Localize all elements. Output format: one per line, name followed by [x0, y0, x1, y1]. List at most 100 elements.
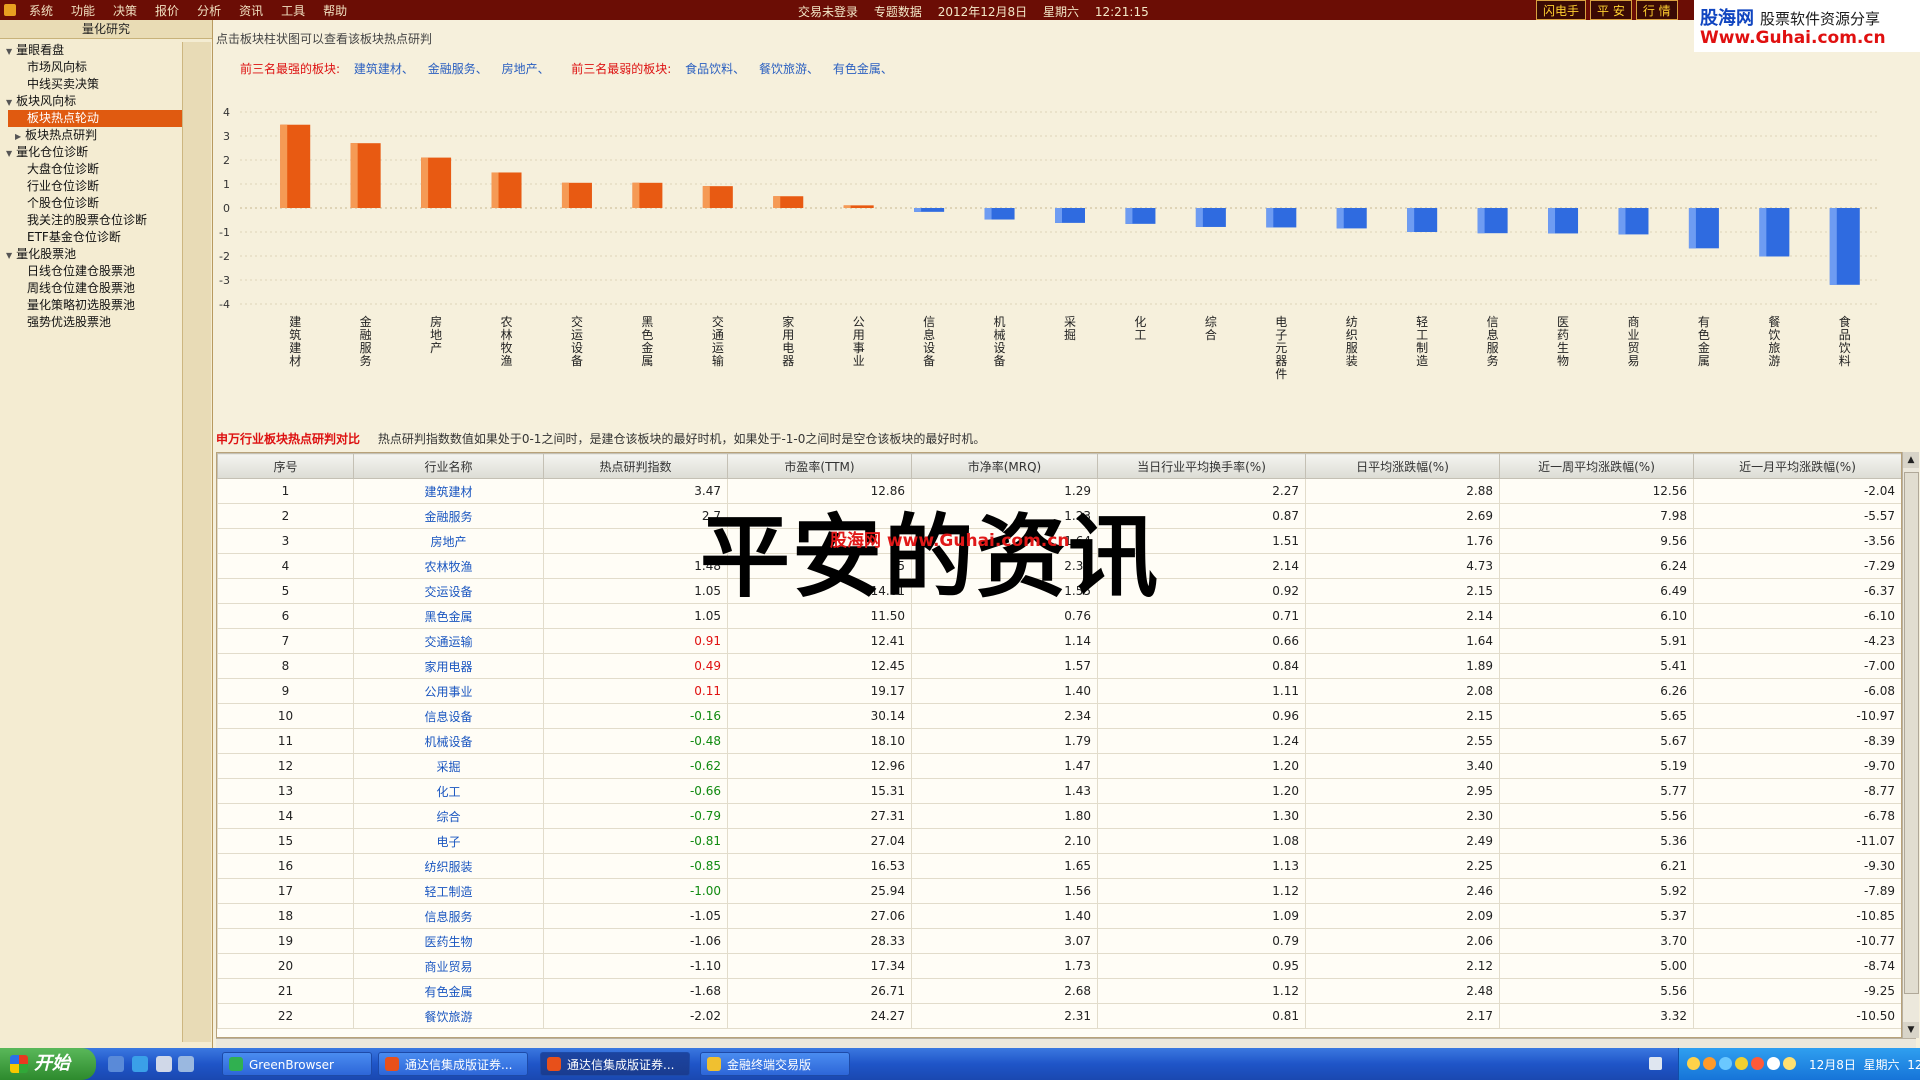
- tray-app-icon[interactable]: [1719, 1057, 1732, 1070]
- menu-info[interactable]: 资讯: [230, 2, 272, 19]
- sector-name-link[interactable]: 建筑建材: [353, 478, 544, 504]
- menu-quote[interactable]: 报价: [146, 2, 188, 19]
- sector-name-link[interactable]: 商业贸易: [353, 953, 544, 979]
- tray-app-icon[interactable]: [1783, 1057, 1796, 1070]
- task-tdx-2[interactable]: 通达信集成版证券...: [540, 1052, 690, 1076]
- media-icon[interactable]: [156, 1056, 172, 1072]
- sector-name-link[interactable]: 房地产: [353, 528, 544, 554]
- pingan-button[interactable]: 平 安: [1590, 0, 1632, 20]
- table-row[interactable]: 3 房地产 1.64 1.51 1.76 9.56 -3.56: [217, 528, 1901, 554]
- table-row[interactable]: 4 农林牧渔 1.48 25 2.38 2.14 4.73 6.24 -7.29: [217, 553, 1901, 579]
- sector-name-link[interactable]: 纺织服装: [353, 853, 544, 879]
- table-row[interactable]: 17 轻工制造 -1.00 25.94 1.56 1.12 2.46 5.92 -7.89: [217, 878, 1901, 904]
- table-row[interactable]: 8 家用电器 0.49 12.45 1.57 0.84 1.89 5.41 -7.00: [217, 653, 1901, 679]
- nav-item[interactable]: 市场风向标: [0, 59, 182, 76]
- sector-name-link[interactable]: 化工: [353, 778, 544, 804]
- sector-name-link[interactable]: 农林牧渔: [353, 553, 544, 579]
- flash-trade-button[interactable]: 闪电手: [1536, 0, 1587, 20]
- menu-help[interactable]: 帮助: [314, 2, 356, 19]
- tray-app-icon[interactable]: [1751, 1057, 1764, 1070]
- column-header[interactable]: 市净率(MRQ): [911, 453, 1098, 479]
- nav-group[interactable]: 板块风向标: [0, 93, 182, 110]
- nav-item[interactable]: ETF基金仓位诊断: [0, 229, 182, 246]
- strong-sector-2[interactable]: 金融服务: [428, 62, 488, 76]
- sector-name-link[interactable]: 信息设备: [353, 703, 544, 729]
- volume-icon[interactable]: [1767, 1057, 1780, 1070]
- table-row[interactable]: 10 信息设备 -0.16 30.14 2.34 0.96 2.15 5.65 -10.97: [217, 703, 1901, 729]
- nav-item[interactable]: 我关注的股票仓位诊断: [0, 212, 182, 229]
- sector-name-link[interactable]: 黑色金属: [353, 603, 544, 629]
- keyboard-icon[interactable]: [1649, 1057, 1662, 1070]
- sector-name-link[interactable]: 金融服务: [353, 503, 544, 529]
- menu-tools[interactable]: 工具: [272, 2, 314, 19]
- start-button[interactable]: 开始: [0, 1048, 96, 1080]
- sector-name-link[interactable]: 公用事业: [353, 678, 544, 704]
- nav-item[interactable]: 板块热点轮动: [8, 110, 182, 127]
- column-header[interactable]: 行业名称: [353, 453, 544, 479]
- column-header[interactable]: 近一周平均涨跌幅(%): [1499, 453, 1694, 479]
- column-header[interactable]: 市盈率(TTM): [727, 453, 912, 479]
- show-desktop-icon[interactable]: [108, 1056, 124, 1072]
- table-row[interactable]: 11 机械设备 -0.48 18.10 1.79 1.24 2.55 5.67 -8.39: [217, 728, 1901, 754]
- menu-decision[interactable]: 决策: [104, 2, 146, 19]
- strong-sector-3[interactable]: 房地产: [502, 62, 550, 76]
- table-row[interactable]: 16 纺织服装 -0.85 16.53 1.65 1.13 2.25 6.21 -9.30: [217, 853, 1901, 879]
- sector-name-link[interactable]: 交通运输: [353, 628, 544, 654]
- sector-name-link[interactable]: 信息服务: [353, 903, 544, 929]
- menu-system[interactable]: 系统: [20, 2, 62, 19]
- nav-item[interactable]: 周线仓位建仓股票池: [0, 280, 182, 297]
- table-row[interactable]: 6 黑色金属 1.05 11.50 0.76 0.71 2.14 6.10 -6.10: [217, 603, 1901, 629]
- table-row[interactable]: 18 信息服务 -1.05 27.06 1.40 1.09 2.09 5.37 -10.85: [217, 903, 1901, 929]
- table-row[interactable]: 14 综合 -0.79 27.31 1.80 1.30 2.30 5.56 -6.78: [217, 803, 1901, 829]
- nav-item[interactable]: 强势优选股票池: [0, 314, 182, 331]
- strong-sector-1[interactable]: 建筑建材: [354, 62, 414, 76]
- nav-item[interactable]: 板块热点研判: [0, 127, 182, 144]
- column-header[interactable]: 日平均涨跌幅(%): [1305, 453, 1500, 479]
- sector-name-link[interactable]: 电子: [353, 828, 544, 854]
- nav-item[interactable]: 个股仓位诊断: [0, 195, 182, 212]
- table-row[interactable]: 12 采掘 -0.62 12.96 1.47 1.20 3.40 5.19 -9.70: [217, 753, 1901, 779]
- menu-analysis[interactable]: 分析: [188, 2, 230, 19]
- table-row[interactable]: 5 交运设备 1.05 14.61 1.55 0.92 2.15 6.49 -6.37: [217, 578, 1901, 604]
- table-row[interactable]: 7 交通运输 0.91 12.41 1.14 0.66 1.64 5.91 -4.23: [217, 628, 1901, 654]
- task-tdx-1[interactable]: 通达信集成版证券...: [378, 1052, 528, 1076]
- table-row[interactable]: 22 餐饮旅游 -2.02 24.27 2.31 0.81 2.17 3.32 -10.50: [217, 1003, 1901, 1029]
- column-header[interactable]: 热点研判指数: [543, 453, 728, 479]
- weak-sector-2[interactable]: 餐饮旅游: [759, 62, 819, 76]
- nav-item[interactable]: 中线买卖决策: [0, 76, 182, 93]
- nav-item[interactable]: 量化策略初选股票池: [0, 297, 182, 314]
- tray-app-icon[interactable]: [1703, 1057, 1716, 1070]
- nav-group[interactable]: 量眼看盘: [0, 42, 182, 59]
- nav-group[interactable]: 量化股票池: [0, 246, 182, 263]
- table-row[interactable]: 15 电子 -0.81 27.04 2.10 1.08 2.49 5.36 -11.07: [217, 828, 1901, 854]
- app-quicklaunch-icon[interactable]: [178, 1056, 194, 1072]
- tray-app-icon[interactable]: [1687, 1057, 1700, 1070]
- sector-name-link[interactable]: 轻工制造: [353, 878, 544, 904]
- table-vertical-scrollbar[interactable]: ▲ ▼: [1902, 452, 1919, 1038]
- menu-function[interactable]: 功能: [62, 2, 104, 19]
- nav-item[interactable]: 大盘仓位诊断: [0, 161, 182, 178]
- table-row[interactable]: 2 金融服务 2.7 1.23 0.87 2.69 7.98 -5.57: [217, 503, 1901, 529]
- table-row[interactable]: 9 公用事业 0.11 19.17 1.40 1.11 2.08 6.26 -6.08: [217, 678, 1901, 704]
- sector-name-link[interactable]: 综合: [353, 803, 544, 829]
- sector-name-link[interactable]: 交运设备: [353, 578, 544, 604]
- qq-icon[interactable]: [1735, 1057, 1748, 1070]
- scroll-thumb[interactable]: [1904, 472, 1919, 994]
- nav-group[interactable]: 量化仓位诊断: [0, 144, 182, 161]
- task-terminal[interactable]: 金融终端交易版: [700, 1052, 850, 1076]
- nav-item[interactable]: 日线仓位建仓股票池: [0, 263, 182, 280]
- table-row[interactable]: 19 医药生物 -1.06 28.33 3.07 0.79 2.06 3.70 -10.77: [217, 928, 1901, 954]
- sector-name-link[interactable]: 有色金属: [353, 978, 544, 1004]
- task-greenbrowser[interactable]: GreenBrowser: [222, 1052, 372, 1076]
- weak-sector-3[interactable]: 有色金属: [833, 62, 893, 76]
- ie-icon[interactable]: [132, 1056, 148, 1072]
- quote-button[interactable]: 行 情: [1635, 0, 1678, 20]
- sector-name-link[interactable]: 医药生物: [353, 928, 544, 954]
- sidebar-scrollbar[interactable]: [182, 42, 211, 1042]
- table-row[interactable]: 13 化工 -0.66 15.31 1.43 1.20 2.95 5.77 -8.77: [217, 778, 1901, 804]
- column-header[interactable]: 当日行业平均换手率(%): [1097, 453, 1306, 479]
- scroll-up-icon[interactable]: ▲: [1903, 452, 1919, 468]
- sector-name-link[interactable]: 采掘: [353, 753, 544, 779]
- table-row[interactable]: 1 建筑建材 3.47 12.86 1.29 2.27 2.88 12.56 -2.04: [217, 478, 1901, 504]
- sector-name-link[interactable]: 餐饮旅游: [353, 1003, 544, 1029]
